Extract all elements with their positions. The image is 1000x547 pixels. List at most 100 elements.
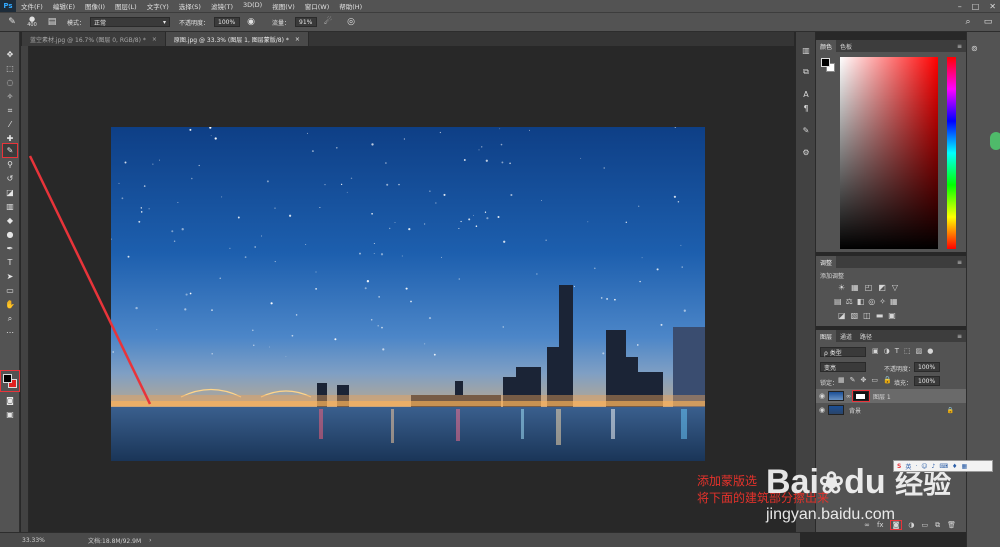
punct-icon[interactable]: · [915,463,917,470]
adjust-icon[interactable]: ⚙ [800,146,812,158]
eye-icon[interactable]: ◉ [816,392,828,400]
tab-color[interactable]: 颜色 [816,40,837,52]
pen-tool-icon[interactable]: ✒ [3,242,17,255]
eraser-tool-icon[interactable]: ◪ [3,186,17,199]
curves-icon[interactable]: ◰ [865,283,873,292]
menu-item[interactable]: 窗口(W) [300,1,335,11]
blur-tool-icon[interactable]: ◆ [3,214,17,227]
color-balance-icon[interactable]: ⚖ [846,297,853,306]
brush-tool-icon[interactable]: ✎ [2,143,18,158]
type-filter-icon[interactable]: T [895,347,899,355]
smart-filter-icon[interactable]: ▨ [916,347,923,355]
lock-pixels-icon[interactable]: ✎ [850,376,856,384]
brush-panel-toggle-icon[interactable]: ▤ [46,16,58,28]
gradient-tool-icon[interactable]: ▥ [3,200,17,213]
marquee-tool-icon[interactable]: ⬚ [3,62,17,75]
eye-icon[interactable]: ◉ [816,406,828,414]
hand-tool-icon[interactable]: ✋ [3,298,17,311]
status-menu-arrow[interactable]: › [149,537,151,544]
menu-item[interactable]: 选择(S) [174,1,206,11]
close-button[interactable]: ✕ [989,2,996,11]
paragraph-panel-icon[interactable]: ¶ [800,102,812,114]
ime-mode-badge[interactable]: 英 [905,462,911,471]
hue-sat-icon[interactable]: ▤ [834,297,842,306]
pixel-filter-icon[interactable]: ▣ [872,347,879,355]
panel-menu-icon[interactable]: ≡ [957,43,962,50]
menu-item[interactable]: 文字(Y) [142,1,174,11]
clone-stamp-tool-icon[interactable]: ⚲ [3,158,17,171]
opacity-pressure-icon[interactable]: ◉ [245,16,257,28]
chain-link-icon[interactable]: ∞ [846,393,851,400]
lock-transparent-icon[interactable]: ▦ [838,376,845,384]
photo-filter-icon[interactable]: ◎ [868,297,875,306]
gradient-map-icon[interactable]: ▬ [876,311,884,320]
tab-adjustments[interactable]: 调整 [816,256,837,268]
path-select-tool-icon[interactable]: ➤ [3,270,17,283]
keyboard-icon[interactable]: ⌨ [939,463,948,470]
layer-row-background[interactable]: ◉ 背景 🔒 [816,403,966,417]
history-brush-tool-icon[interactable]: ↺ [3,172,17,185]
filter-toggle-icon[interactable]: ● [927,347,933,355]
lock-artboard-icon[interactable]: ▭ [871,376,878,384]
tab-swatches[interactable]: 色板 [836,40,856,52]
zoom-tool-icon[interactable]: ⌕ [3,312,17,325]
selective-color-icon[interactable]: ▣ [888,311,896,320]
screen-mode-icon[interactable]: ▣ [3,408,17,421]
threshold-icon[interactable]: ◫ [863,311,871,320]
close-tab-icon[interactable]: × [295,36,300,43]
search-icon[interactable]: ⌕ [962,16,974,28]
panel-menu-icon[interactable]: ≡ [957,333,962,340]
new-group-icon[interactable]: ▭ [921,521,928,529]
workspace-icon[interactable]: ▭ [982,16,994,28]
canvas-image[interactable] [111,127,705,461]
trash-icon[interactable]: 🗑 [947,521,956,529]
grid-icon[interactable]: ▦ [961,463,967,470]
lock-all-icon[interactable]: 🔒 [883,376,892,384]
opacity-input[interactable]: 100% [214,17,241,27]
channel-mixer-icon[interactable]: ✧ [879,297,886,306]
exposure-icon[interactable]: ◩ [878,283,886,292]
brush-preset-icon[interactable]: ✎ [6,16,18,28]
libraries-icon[interactable]: ⊚ [971,44,978,53]
menu-item[interactable]: 滤镜(T) [206,1,238,11]
tool-presets-icon[interactable]: ✎ [800,124,812,136]
layer-mask-thumbnail[interactable] [852,390,870,402]
zoom-level[interactable]: 33.33% [0,537,62,544]
color-fg-swatch[interactable] [821,58,830,67]
quick-mask-icon[interactable]: ◙ [3,394,17,407]
dodge-tool-icon[interactable]: ● [3,228,17,241]
mic-icon[interactable]: ♪ [932,463,936,470]
properties-panel-icon[interactable]: ⧉ [800,66,812,78]
character-panel-icon[interactable]: A [800,88,812,100]
color-field[interactable] [840,57,938,249]
layer-row-layer1[interactable]: ◉ ∞ 图层 1 [816,389,966,403]
quick-select-tool-icon[interactable]: ✧ [3,90,17,103]
emoji-icon[interactable]: ☺ [921,463,927,470]
vibrance-icon[interactable]: ▽ [892,283,898,292]
layer-opacity-input[interactable]: 100% [914,362,940,372]
adjust-filter-icon[interactable]: ◑ [884,347,890,355]
size-pressure-icon[interactable]: ◎ [345,16,357,28]
menu-item[interactable]: 文件(F) [16,1,48,11]
minimize-button[interactable]: – [958,2,962,11]
menu-item[interactable]: 图层(L) [110,1,142,11]
airbrush-icon[interactable]: ☄ [322,16,334,28]
shape-filter-icon[interactable]: ⬚ [904,347,911,355]
fill-input[interactable]: 100% [914,376,940,386]
blend-mode-select[interactable]: 变亮 [820,362,866,372]
floating-assistant-badge[interactable] [990,132,1000,150]
more-tools-icon[interactable]: ⋯ [3,326,17,339]
posterize-icon[interactable]: ▧ [851,311,859,320]
type-tool-icon[interactable]: T [3,256,17,269]
mode-select[interactable]: 正常 ▾ [90,17,171,27]
tab-original[interactable]: 原图.jpg @ 33.3% (图层 1, 图层蒙版/8) * × [165,32,309,46]
levels-icon[interactable]: ▦ [851,283,859,292]
tab-layers[interactable]: 图层 [816,330,837,342]
lock-position-icon[interactable]: ✥ [861,376,867,384]
ime-toolbar[interactable]: S 英 · ☺ ♪ ⌨ ♦ ▦ [893,460,993,472]
lasso-tool-icon[interactable]: ◌ [3,76,17,89]
menu-item[interactable]: 编辑(E) [48,1,80,11]
menu-item[interactable]: 3D(D) [238,1,267,11]
history-panel-icon[interactable]: ▥ [800,44,812,56]
menu-item[interactable]: 图像(I) [80,1,110,11]
